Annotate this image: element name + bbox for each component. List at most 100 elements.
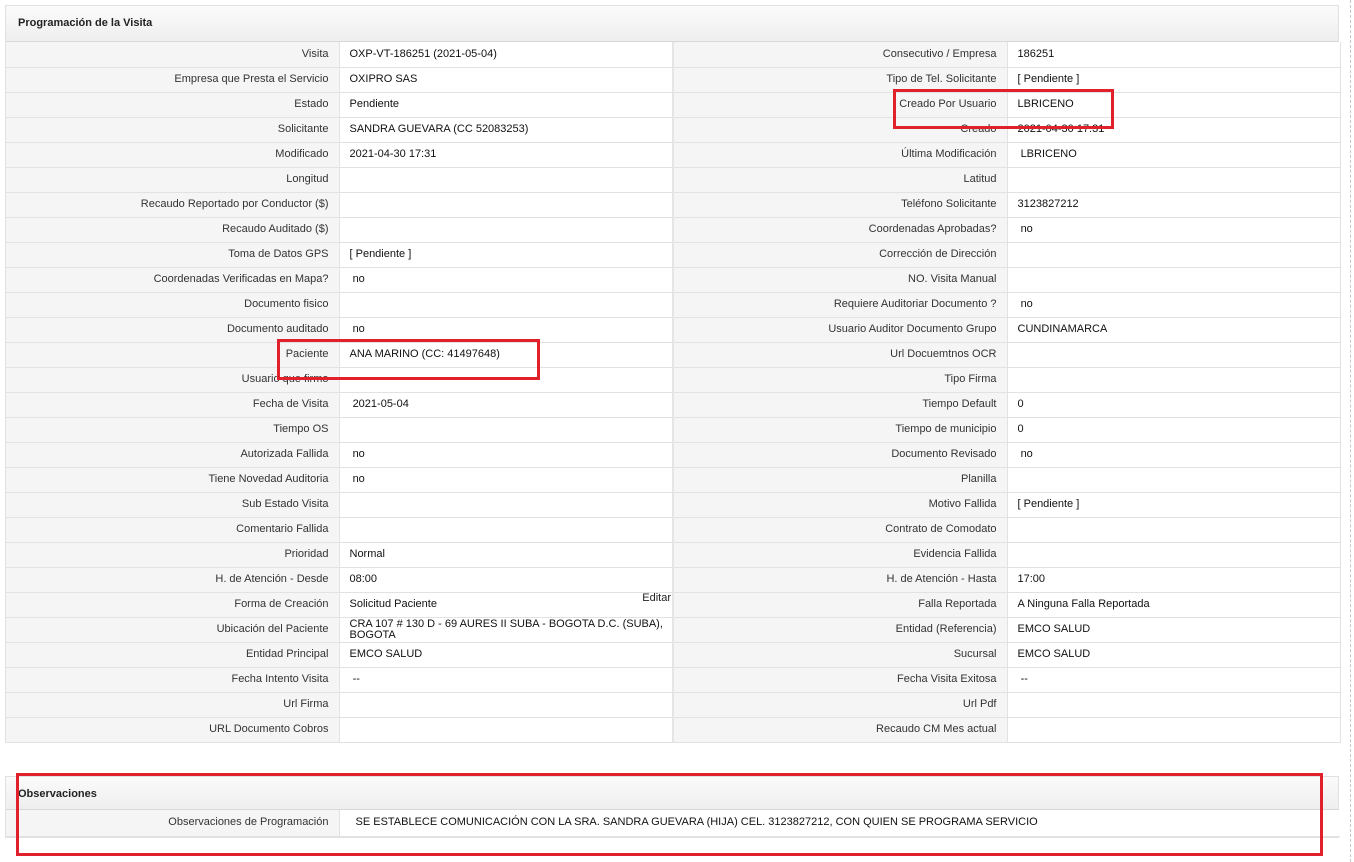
field-label-cell: Creado Por Usuario bbox=[673, 92, 1008, 118]
field-value-cell: CUNDINAMARCA bbox=[1007, 317, 1341, 343]
field-label: Consecutivo / Empresa bbox=[882, 47, 997, 60]
field-value-cell: EMCO SALUD bbox=[339, 642, 674, 668]
field-value-cell: [ Pendiente ] bbox=[1007, 492, 1341, 518]
field-value-cell bbox=[339, 292, 674, 318]
field-value: 0 bbox=[1017, 398, 1024, 410]
field-label-cell: Paciente bbox=[6, 342, 340, 368]
field-label-cell: Documento fisico bbox=[6, 292, 340, 318]
field-label-cell: Entidad (Referencia) bbox=[673, 617, 1008, 643]
field-value: Normal bbox=[349, 548, 385, 560]
field-value-cell bbox=[1007, 692, 1341, 718]
field-label-cell: Recaudo Auditado ($) bbox=[6, 217, 340, 243]
field-label-cell: Tiempo Default bbox=[673, 392, 1008, 418]
field-value-cell bbox=[1007, 467, 1341, 493]
field-value: Solicitud Paciente bbox=[349, 598, 437, 610]
field-label: NO. Visita Manual bbox=[908, 273, 997, 285]
field-label: Planilla bbox=[961, 473, 997, 485]
field-label-cell: Ubicación del Paciente bbox=[6, 617, 340, 643]
field-value: OXIPRO SAS bbox=[349, 73, 418, 85]
observations-row: Observaciones de Programación SE ESTABLE… bbox=[6, 810, 1340, 837]
field-label: H. de Atención - Desde bbox=[215, 573, 329, 585]
detail-row: Empresa que Presta el Servicio OXIPRO SAS… bbox=[6, 67, 1341, 93]
field-value-cell: 0 bbox=[1007, 392, 1341, 418]
field-label: Empresa que Presta el Servicio bbox=[174, 73, 329, 85]
field-label-cell: Url Firma bbox=[6, 692, 340, 718]
detail-row: Usuario que firmo Tipo Firma bbox=[6, 367, 1341, 393]
field-label: Creado bbox=[960, 123, 997, 135]
field-label: Tipo de Tel. Solicitante bbox=[886, 73, 997, 85]
field-label-cell: Documento Revisado bbox=[673, 442, 1008, 468]
field-value-cell: no bbox=[339, 442, 674, 468]
field-value-cell bbox=[339, 492, 674, 518]
page-edge-guide bbox=[1350, 0, 1351, 862]
field-value: OXP-VT-186251 (2021-05-04) bbox=[349, 47, 497, 60]
field-value: no bbox=[1017, 223, 1033, 235]
field-value: -- bbox=[1017, 673, 1028, 685]
field-value-cell bbox=[339, 417, 674, 443]
detail-row: Fecha de Visita 2021-05-04 Tiempo Default… bbox=[6, 392, 1341, 418]
field-label: Motivo Fallida bbox=[928, 498, 997, 510]
field-value: no bbox=[349, 323, 365, 335]
field-label-cell: Longitud bbox=[6, 167, 340, 193]
field-value: CUNDINAMARCA bbox=[1017, 323, 1108, 335]
field-label-cell: H. de Atención - Hasta bbox=[673, 567, 1008, 593]
detail-row: Entidad Principal EMCO SALUD Sucursal EMCO … bbox=[6, 642, 1341, 668]
field-value-cell: [ Pendiente ] bbox=[1007, 67, 1341, 93]
edit-link[interactable]: Editar bbox=[642, 592, 671, 604]
field-label-cell: Fecha Visita Exitosa bbox=[673, 667, 1008, 693]
field-value: [ Pendiente ] bbox=[349, 248, 412, 260]
field-value-cell: no bbox=[339, 317, 674, 343]
field-label: Tiene Novedad Auditoria bbox=[208, 473, 329, 485]
field-value: LBRICENO bbox=[1017, 98, 1074, 110]
field-value-cell bbox=[1007, 267, 1341, 293]
field-value-cell: no bbox=[1007, 292, 1341, 318]
field-label: H. de Atención - Hasta bbox=[886, 573, 997, 585]
visit-schedule-title: Programación de la Visita bbox=[6, 6, 1338, 42]
field-label-cell: Prioridad bbox=[6, 542, 340, 568]
observations-label: Observaciones de Programación bbox=[6, 810, 340, 837]
field-label-cell: Teléfono Solicitante bbox=[673, 192, 1008, 218]
field-value-cell: 0 bbox=[1007, 417, 1341, 443]
field-label-cell: Visita bbox=[6, 42, 340, 68]
field-label-cell: NO. Visita Manual bbox=[673, 267, 1008, 293]
field-label-cell: Documento auditado bbox=[6, 317, 340, 343]
field-value-cell: no bbox=[339, 467, 674, 493]
field-label: Forma de Creación bbox=[234, 598, 329, 610]
field-value: -- bbox=[349, 673, 360, 685]
field-value: EMCO SALUD bbox=[1017, 623, 1091, 635]
field-value-cell: CRA 107 # 130 D - 69 AURES II SUBA - BOG… bbox=[339, 617, 674, 643]
field-label-cell: Fecha Intento Visita bbox=[6, 667, 340, 693]
field-label: Url Pdf bbox=[962, 698, 997, 710]
field-label: Usuario Auditor Documento Grupo bbox=[828, 323, 997, 335]
field-label: Entidad (Referencia) bbox=[895, 623, 997, 635]
field-label: Latitud bbox=[963, 173, 997, 185]
field-value: no bbox=[349, 273, 365, 285]
field-label: Requiere Auditoriar Documento ? bbox=[833, 298, 997, 310]
field-label: Toma de Datos GPS bbox=[228, 248, 329, 260]
field-value: Pendiente bbox=[349, 98, 400, 110]
field-label-cell: Url Pdf bbox=[673, 692, 1008, 718]
detail-row: Forma de Creación Solicitud Paciente Edita… bbox=[6, 592, 1341, 618]
field-value: SANDRA GUEVARA (CC 52083253) bbox=[349, 123, 529, 135]
field-value-cell bbox=[1007, 542, 1341, 568]
field-label-cell: Entidad Principal bbox=[6, 642, 340, 668]
detail-row: Coordenadas Verificadas en Mapa? no NO. V… bbox=[6, 267, 1341, 293]
field-value-cell: -- bbox=[339, 667, 674, 693]
field-label-cell: Fecha de Visita bbox=[6, 392, 340, 418]
field-value: ANA MARINO (CC: 41497648) bbox=[349, 348, 500, 360]
detail-row: URL Documento Cobros Recaudo CM Mes actua… bbox=[6, 717, 1341, 743]
field-label: Modificado bbox=[275, 148, 329, 160]
field-value-cell: Pendiente bbox=[339, 92, 674, 118]
detail-row: Sub Estado Visita Motivo Fallida [ Pendien… bbox=[6, 492, 1341, 518]
detail-row: Documento auditado no Usuario Auditor Doc… bbox=[6, 317, 1341, 343]
field-label: Documento auditado bbox=[226, 323, 329, 335]
field-label-cell: Sucursal bbox=[673, 642, 1008, 668]
field-label: URL Documento Cobros bbox=[209, 723, 329, 735]
field-label: Corrección de Dirección bbox=[879, 248, 997, 260]
field-value-cell: [ Pendiente ] bbox=[339, 242, 674, 268]
field-label-cell: Requiere Auditoriar Documento ? bbox=[673, 292, 1008, 318]
field-value: EMCO SALUD bbox=[1017, 648, 1091, 660]
field-label: Tiempo de municipio bbox=[895, 423, 997, 435]
field-label-cell: Usuario que firmo bbox=[6, 367, 340, 393]
field-value: 3123827212 bbox=[1017, 198, 1079, 210]
